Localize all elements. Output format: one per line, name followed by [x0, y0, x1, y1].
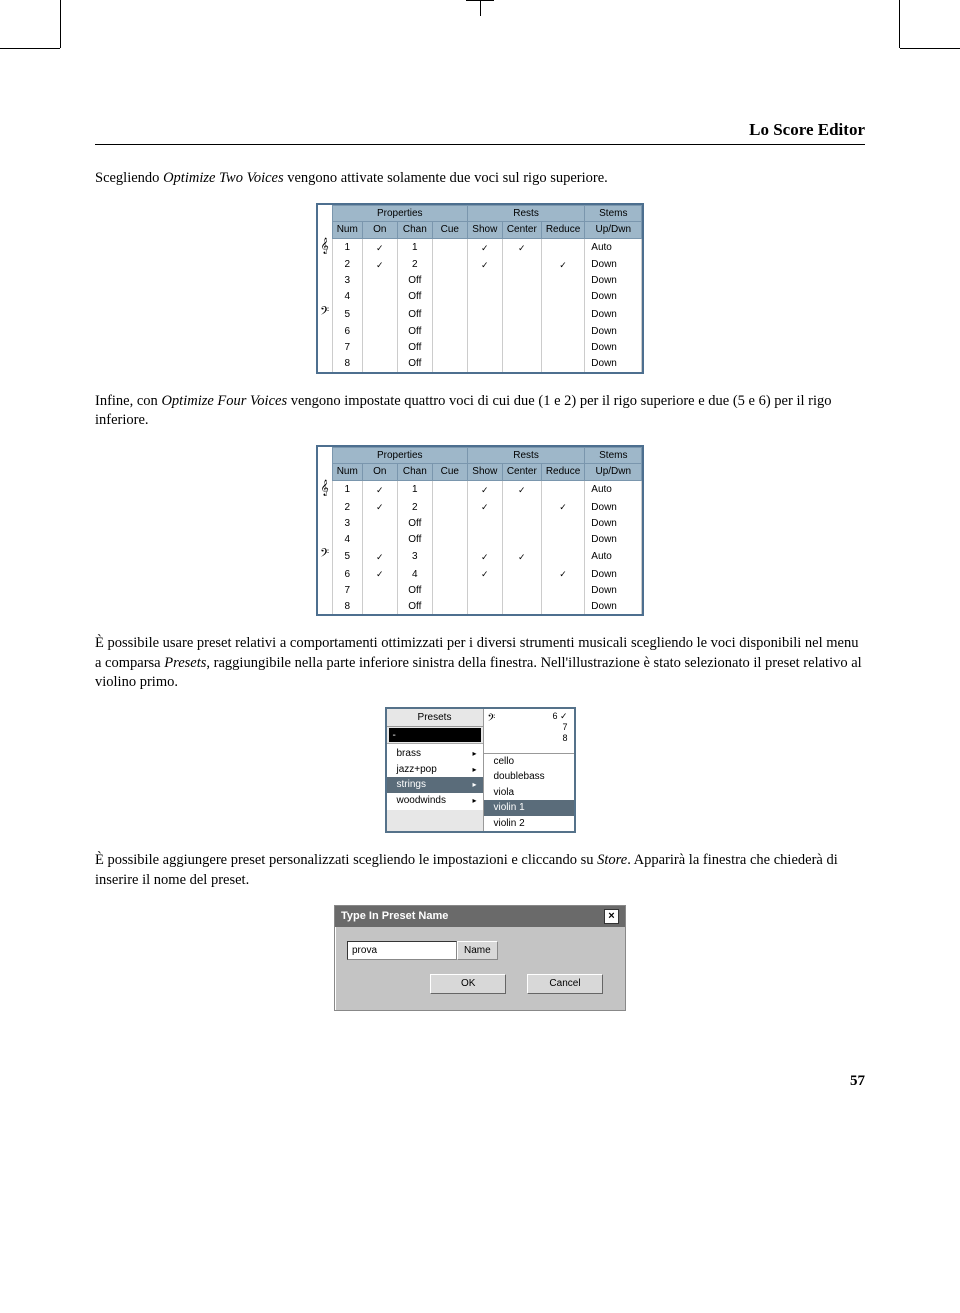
preset-submenu-item[interactable]: violin 2 [484, 816, 574, 832]
paragraph-3: È possibile usare preset relativi a comp… [95, 634, 865, 693]
preset-menu-item[interactable]: woodwinds [387, 793, 483, 809]
preset-submenu-item[interactable]: violin 1 [484, 800, 574, 816]
dialog-title: Type In Preset Name [341, 909, 448, 924]
header-title: Lo Score Editor [749, 120, 865, 139]
preset-name-dialog: Type In Preset Name × prova Name OK Canc… [334, 905, 626, 1011]
preset-name-input[interactable]: prova [347, 941, 457, 961]
name-label: Name [457, 941, 498, 961]
preset-submenu-item[interactable]: cello [484, 754, 574, 770]
presets-menu: Presets - brassjazz+popstringswoodwinds … [385, 707, 576, 834]
page-number: 57 [95, 1071, 865, 1091]
voice-table-2: PropertiesRestsStemsNumOnChanCueShowCent… [316, 445, 645, 616]
page-header: Lo Score Editor [95, 120, 865, 145]
preset-menu-item[interactable]: strings [387, 777, 483, 793]
paragraph-2: Infine, con Optimize Four Voices vengono… [95, 392, 865, 431]
presets-selected[interactable]: - [389, 728, 481, 742]
paragraph-4: È possibile aggiungere preset personaliz… [95, 851, 865, 890]
preset-menu-item[interactable]: brass [387, 746, 483, 762]
close-icon[interactable]: × [604, 909, 619, 924]
ok-button[interactable]: OK [430, 974, 506, 994]
cancel-button[interactable]: Cancel [527, 974, 603, 994]
paragraph-1: Scegliendo Optimize Two Voices vengono a… [95, 169, 865, 189]
preset-menu-item[interactable]: jazz+pop [387, 762, 483, 778]
presets-title: Presets [387, 709, 483, 728]
preset-submenu-item[interactable]: viola [484, 785, 574, 801]
preset-submenu-item[interactable]: doublebass [484, 769, 574, 785]
voice-table-1: PropertiesRestsStemsNumOnChanCueShowCent… [316, 203, 645, 374]
bass-clef-icon: 𝄢 [488, 711, 496, 727]
